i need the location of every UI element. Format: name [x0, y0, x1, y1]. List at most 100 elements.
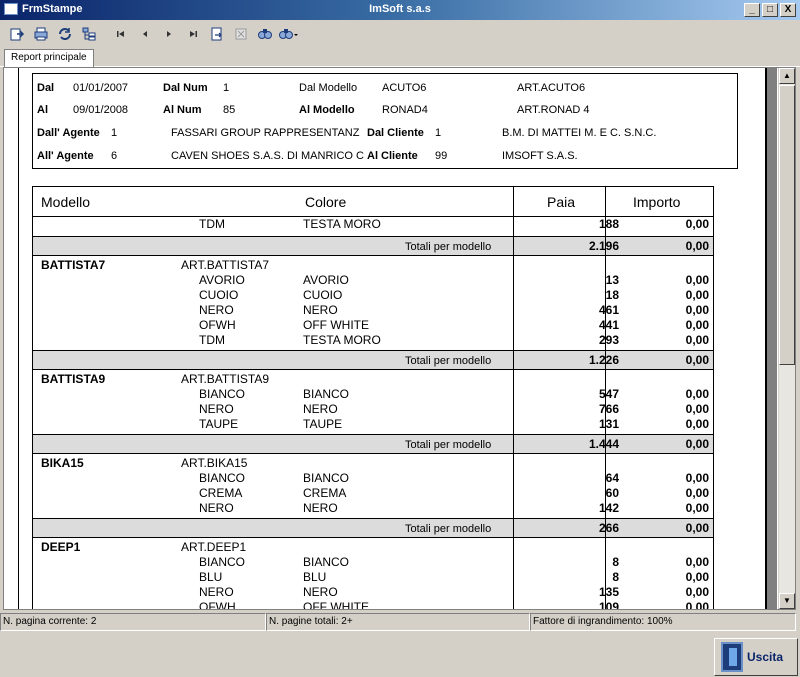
exit-button-label: Uscita	[747, 650, 784, 664]
row-color: CREMA	[303, 486, 347, 500]
group-model-name: DEEP1	[41, 540, 81, 554]
last-page-icon[interactable]	[182, 23, 204, 45]
total-label: Totali per modello	[405, 241, 492, 253]
exit-button[interactable]: Uscita	[714, 638, 798, 676]
row-code: BIANCO	[199, 471, 246, 485]
row-paia: 142	[598, 501, 619, 515]
row-paia: 64	[605, 471, 619, 485]
row-code: NERO	[199, 501, 234, 515]
report-filters: Dal 01/01/2007 Dal Num 1 Dal Modello ACU…	[32, 73, 738, 169]
tab-strip: Report principale	[0, 47, 800, 67]
row-color: AVORIO	[303, 273, 349, 287]
scroll-thumb[interactable]	[779, 85, 795, 365]
row-importo: 0,00	[685, 585, 709, 599]
print-icon[interactable]	[30, 23, 52, 45]
al-cliente-value: 99	[435, 150, 448, 162]
group-article: ART.BATTISTA7	[181, 258, 270, 272]
find-icon[interactable]	[254, 23, 276, 45]
al-cliente-label: Al Cliente	[367, 150, 418, 162]
row-color: OFF WHITE	[303, 318, 369, 332]
find-next-icon[interactable]	[278, 23, 300, 45]
stop-icon[interactable]	[230, 23, 252, 45]
total-paia: 1.444	[588, 437, 619, 451]
total-paia: 1.226	[588, 353, 619, 367]
status-bar: N. pagina corrente: 2 N. pagine totali: …	[0, 613, 800, 631]
status-zoom: Fattore di ingrandimento: 100%	[530, 613, 796, 631]
dal-num-label: Dal Num	[163, 82, 208, 94]
row-color: BIANCO	[303, 555, 350, 569]
dal-modello-label: Dal Modello	[299, 82, 358, 94]
group-model-name: BATTISTA7	[41, 258, 106, 272]
total-importo: 0,00	[685, 437, 709, 451]
al-num-label: Al Num	[163, 104, 202, 116]
row-code: BLU	[199, 570, 223, 584]
tree-icon[interactable]	[78, 23, 100, 45]
row-color: BLU	[303, 570, 327, 584]
row-color: TESTA MORO	[303, 333, 381, 347]
row-code: NERO	[199, 303, 234, 317]
maximize-button[interactable]: □	[762, 3, 778, 17]
page-left-border	[18, 68, 19, 609]
row-importo: 0,00	[685, 486, 709, 500]
dal-modello-value: ACUTO6	[382, 82, 427, 94]
export-icon[interactable]	[6, 23, 28, 45]
row-code: TDM	[199, 333, 225, 347]
report-toolbar	[0, 22, 800, 46]
row-paia: 188	[598, 217, 619, 231]
row-importo: 0,00	[685, 333, 709, 347]
form-title-text: FrmStampe	[22, 3, 83, 15]
exit-door-icon	[721, 642, 743, 672]
row-paia: 60	[605, 486, 619, 500]
row-importo: 0,00	[685, 217, 709, 231]
scroll-down-icon[interactable]: ▼	[779, 593, 795, 609]
row-code: CUOIO	[199, 288, 239, 302]
row-importo: 0,00	[685, 273, 709, 287]
column-divider	[605, 187, 606, 609]
row-color: NERO	[303, 303, 338, 317]
row-code: BIANCO	[199, 555, 246, 569]
first-page-icon[interactable]	[110, 23, 132, 45]
row-code: AVORIO	[199, 273, 245, 287]
group-article: ART.BATTISTA9	[181, 372, 270, 386]
scroll-up-icon[interactable]: ▲	[779, 68, 795, 84]
row-paia: 547	[598, 387, 619, 401]
row-paia: 18	[605, 288, 619, 302]
dall-agente-value: 1	[111, 127, 118, 139]
dall-agente-label: Dall' Agente	[37, 127, 100, 139]
table-header: Modello Colore Paia Importo	[33, 187, 713, 217]
row-paia: 8	[612, 555, 619, 569]
row-color: NERO	[303, 585, 338, 599]
row-code: OFWH	[199, 600, 236, 610]
al-cliente-desc: IMSOFT S.A.S.	[502, 150, 578, 162]
goto-page-icon[interactable]	[206, 23, 228, 45]
app-title: ImSoft s.a.s	[369, 3, 431, 15]
row-code: NERO	[199, 585, 234, 599]
row-color: TESTA MORO	[303, 217, 381, 231]
row-importo: 0,00	[685, 402, 709, 416]
row-importo: 0,00	[685, 570, 709, 584]
total-importo: 0,00	[685, 239, 709, 253]
al-num-value: 85	[223, 104, 236, 116]
tab-report-principale[interactable]: Report principale	[4, 49, 94, 67]
al-value: 09/01/2008	[73, 104, 129, 116]
row-paia: 461	[598, 303, 619, 317]
total-importo: 0,00	[685, 521, 709, 535]
vertical-scrollbar[interactable]: ▲ ▼	[778, 68, 795, 609]
minimize-button[interactable]: _	[744, 3, 760, 17]
row-color: BIANCO	[303, 471, 350, 485]
next-page-icon[interactable]	[158, 23, 180, 45]
dal-cliente-desc: B.M. DI MATTEI M. E C. S.N.C.	[502, 127, 657, 139]
prev-page-icon[interactable]	[134, 23, 156, 45]
row-importo: 0,00	[685, 501, 709, 515]
al-label: Al	[37, 104, 48, 116]
dal-value: 01/01/2007	[73, 82, 129, 94]
row-importo: 0,00	[685, 303, 709, 317]
report-viewer[interactable]: Dal 01/01/2007 Dal Num 1 Dal Modello ACU…	[3, 67, 796, 610]
close-button[interactable]: X	[780, 3, 796, 17]
header-colore: Colore	[305, 194, 347, 210]
row-paia: 293	[598, 333, 619, 347]
dal-cliente-value: 1	[435, 127, 442, 139]
refresh-icon[interactable]	[54, 23, 76, 45]
status-total-pages: N. pagine totali: 2+	[266, 613, 530, 631]
total-importo: 0,00	[685, 353, 709, 367]
